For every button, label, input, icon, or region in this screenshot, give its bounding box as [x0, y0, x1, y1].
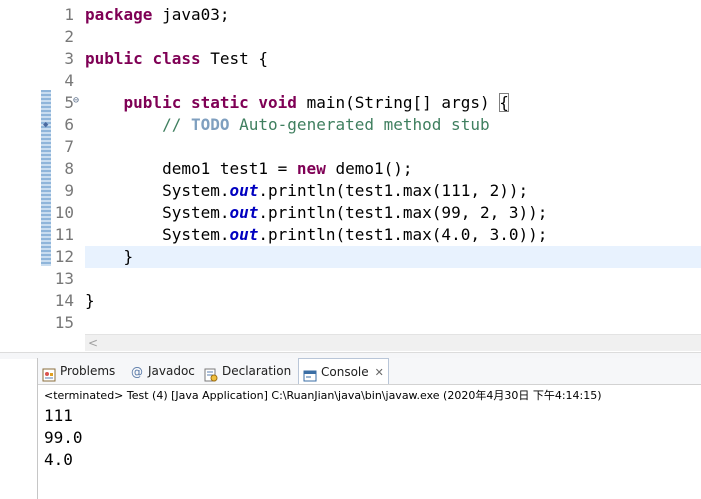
output-line: 4.0 [44, 450, 73, 469]
line-number: 14 [54, 291, 74, 310]
code-line-8[interactable]: demo1 test1 = new demo1(); [85, 158, 701, 180]
code-line-11[interactable]: System.out.println(test1.max(4.0, 3.0)); [85, 224, 701, 246]
todo-tag: TODO [190, 115, 230, 134]
code-area[interactable]: package java03; public class Test { publ… [85, 4, 701, 334]
line-number: 5 [64, 93, 74, 112]
code-line-3[interactable]: public class Test { [85, 48, 701, 70]
code-text: .println(test1.max(111, 2)); [258, 181, 529, 200]
code-text: System. [85, 203, 230, 222]
tab-label: Problems [60, 364, 116, 378]
output-line: 111 [44, 406, 73, 425]
editor-left-strip [0, 0, 37, 352]
line-number-gutter: 1 2 3 4 5 6 7 8 9 10 11 12 13 14 15 [40, 4, 74, 334]
declaration-icon [204, 365, 218, 381]
code-text: System. [85, 225, 230, 244]
line-number: 9 [64, 181, 74, 200]
code-line-14[interactable]: } [85, 290, 701, 312]
static-field: out [229, 225, 259, 244]
line-number: 10 [54, 203, 74, 222]
code-line-6[interactable]: // TODO Auto-generated method stub [85, 114, 701, 136]
line-number: 2 [64, 27, 74, 46]
output-line: 99.0 [44, 428, 83, 447]
static-field: out [229, 181, 259, 200]
line-number: 7 [64, 137, 74, 156]
console-icon [303, 366, 317, 381]
keyword: void [258, 93, 297, 112]
scroll-left-icon[interactable]: < [88, 335, 98, 351]
tab-label: Declaration [222, 364, 292, 378]
line-number: 6 [64, 115, 74, 134]
code-line-15[interactable] [85, 312, 701, 334]
tab-problems[interactable]: Problems [42, 358, 115, 384]
code-line-4[interactable] [85, 70, 701, 92]
console-status: <terminated> Test (4) [Java Application]… [44, 389, 602, 402]
code-text: System. [85, 181, 230, 200]
tab-javadoc[interactable]: @ Javadoc [130, 358, 195, 384]
horizontal-scrollbar[interactable]: < [85, 334, 701, 351]
code-line-1[interactable]: package java03; [85, 4, 701, 26]
code-text: .println(test1.max(4.0, 3.0)); [258, 225, 548, 244]
code-text: demo1 test1 = [85, 159, 297, 178]
code-text: java03; [152, 5, 230, 24]
keyword: public [85, 49, 143, 68]
code-text: Test { [200, 49, 269, 68]
code-line-7[interactable] [85, 136, 701, 158]
tab-label: Javadoc [148, 364, 195, 378]
keyword: new [296, 159, 326, 178]
javadoc-icon: @ [131, 364, 143, 379]
line-number: 15 [54, 313, 74, 332]
code-text: } [85, 247, 134, 266]
code-line-12-current[interactable]: } [85, 246, 701, 268]
line-number: 1 [64, 5, 74, 24]
code-line-9[interactable]: System.out.println(test1.max(111, 2)); [85, 180, 701, 202]
view-tab-bar: Problems @ Javadoc Declaration Console ✕ [38, 358, 701, 385]
static-field: out [229, 203, 259, 222]
tab-console[interactable]: Console ✕ [298, 358, 389, 384]
code-line-13[interactable] [85, 268, 701, 290]
comment: Auto-generated method stub [229, 115, 490, 134]
keyword: class [152, 49, 201, 68]
code-editor[interactable]: ◆ ⊖ 1 2 3 4 5 6 7 8 9 10 11 12 13 14 15 … [0, 0, 701, 352]
close-icon[interactable]: ✕ [375, 360, 384, 386]
tab-declaration[interactable]: Declaration [204, 358, 291, 384]
code-text: } [85, 291, 95, 310]
code-line-2[interactable] [85, 26, 701, 48]
tab-label: Console [321, 365, 369, 379]
line-number: 8 [64, 159, 74, 178]
code-text: demo1(); [325, 159, 413, 178]
line-number: 3 [64, 49, 74, 68]
keyword: static [190, 93, 249, 112]
matched-brace: { [499, 93, 509, 112]
console-panel: Problems @ Javadoc Declaration Console ✕ <… [37, 358, 701, 499]
line-number: 13 [54, 269, 74, 288]
line-number: 12 [54, 247, 74, 266]
code-text: .println(test1.max(99, 2, 3)); [258, 203, 548, 222]
code-line-5[interactable]: public static void main(String[] args) { [85, 92, 701, 114]
comment: // [162, 115, 191, 134]
keyword: public [123, 93, 182, 112]
line-number: 11 [54, 225, 74, 244]
console-output[interactable]: 111 99.0 4.0 [44, 405, 83, 471]
line-number: 4 [64, 71, 74, 90]
code-text: main(String[] args) [296, 93, 500, 112]
code-line-10[interactable]: System.out.println(test1.max(99, 2, 3)); [85, 202, 701, 224]
keyword: package [85, 5, 153, 24]
problems-icon [42, 365, 56, 381]
